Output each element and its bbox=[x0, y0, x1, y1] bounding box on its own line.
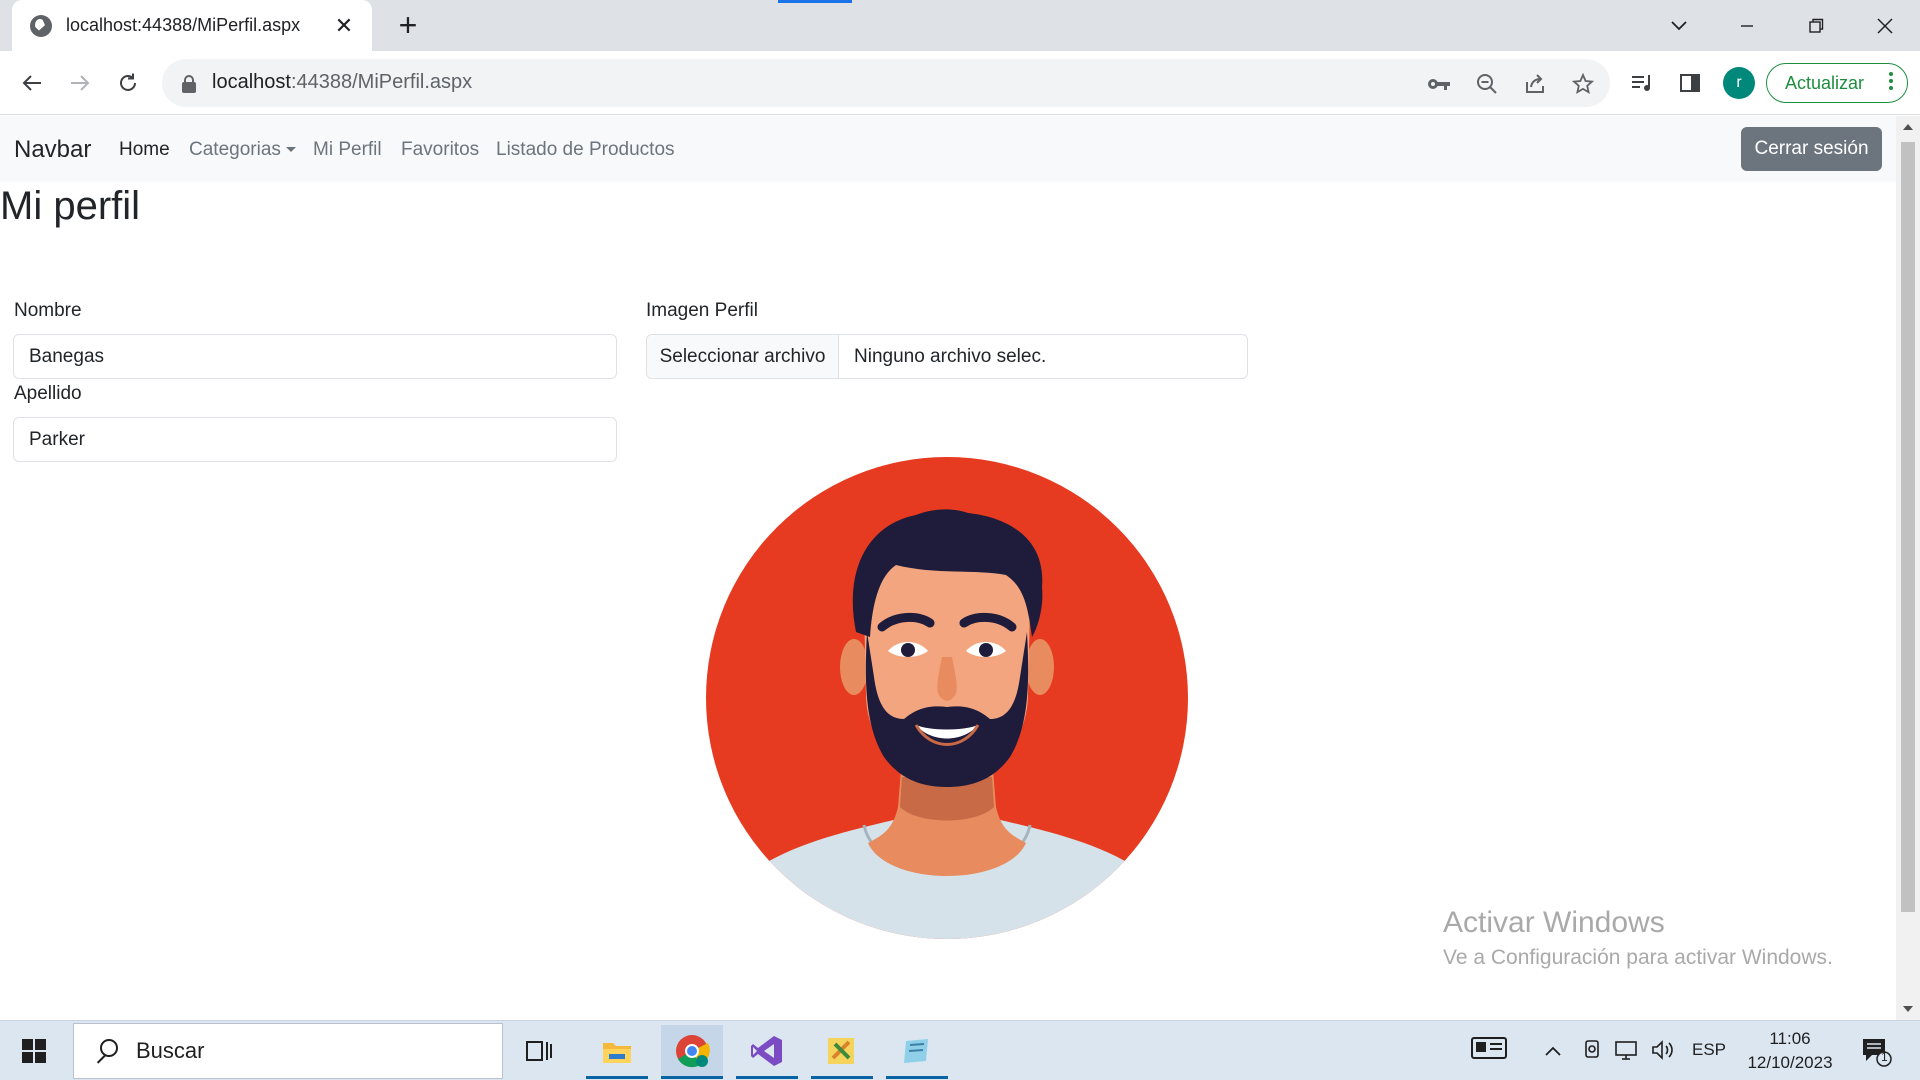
clock-date: 12/10/2023 bbox=[1747, 1053, 1833, 1072]
windows-activation-watermark: Activar Windows Ve a Configuración para … bbox=[1443, 906, 1833, 970]
scroll-thumb[interactable] bbox=[1901, 142, 1915, 912]
nav-link-categorias[interactable]: Categorias bbox=[189, 139, 296, 161]
nav-link-listado-productos[interactable]: Listado de Productos bbox=[496, 139, 675, 161]
profile-avatar[interactable]: r bbox=[1723, 67, 1755, 99]
more-menu-icon[interactable] bbox=[1889, 72, 1895, 93]
url-text[interactable]: localhost:44388/MiPerfil.aspx bbox=[212, 71, 472, 94]
nombre-label: Nombre bbox=[14, 300, 82, 321]
share-icon[interactable] bbox=[1522, 71, 1548, 97]
apellido-label: Apellido bbox=[14, 383, 82, 404]
key-icon[interactable] bbox=[1426, 71, 1452, 97]
watermark-subtitle: Ve a Configuración para activar Windows. bbox=[1443, 946, 1833, 969]
logout-button[interactable]: Cerrar sesión bbox=[1741, 127, 1882, 171]
nombre-input[interactable]: Banegas bbox=[13, 334, 617, 379]
notification-center-icon[interactable]: 1 bbox=[1860, 1035, 1892, 1067]
chrome-icon[interactable] bbox=[661, 1025, 723, 1079]
update-label: Actualizar bbox=[1785, 72, 1865, 93]
lock-icon[interactable] bbox=[182, 75, 196, 93]
page-title: Mi perfil bbox=[0, 184, 141, 228]
back-icon[interactable] bbox=[16, 67, 48, 99]
imagen-perfil-label: Imagen Perfil bbox=[646, 300, 758, 321]
tab-search-icon[interactable] bbox=[1656, 8, 1702, 44]
media-control-icon[interactable] bbox=[1626, 67, 1658, 99]
minimize-icon[interactable] bbox=[1724, 8, 1770, 44]
sql-tools-icon[interactable] bbox=[811, 1025, 873, 1079]
watermark-title: Activar Windows bbox=[1443, 906, 1665, 939]
windows-start-icon[interactable] bbox=[22, 1039, 46, 1063]
update-button[interactable]: Actualizar bbox=[1766, 63, 1908, 103]
zoom-out-icon[interactable] bbox=[1474, 71, 1500, 97]
globe-icon bbox=[30, 14, 52, 37]
profile-avatar-image bbox=[706, 457, 1188, 939]
network-icon[interactable] bbox=[1614, 1039, 1640, 1066]
windows-taskbar: Buscar ESP 11:06 12/10/2023 1 bbox=[0, 1020, 1920, 1080]
tab-title: localhost:44388/MiPerfil.aspx bbox=[66, 15, 301, 35]
address-bar[interactable]: localhost:44388/MiPerfil.aspx bbox=[162, 59, 1610, 107]
notification-count: 1 bbox=[1881, 1050, 1888, 1064]
file-explorer-icon[interactable] bbox=[586, 1025, 648, 1079]
dropdown-caret-icon bbox=[285, 147, 296, 152]
nav-link-favoritos[interactable]: Favoritos bbox=[401, 139, 479, 161]
page-viewport: Navbar Home Categorias Mi Perfil Favorit… bbox=[0, 116, 1896, 1020]
browser-tab[interactable]: localhost:44388/MiPerfil.aspx ✕ bbox=[12, 0, 372, 51]
close-window-icon[interactable] bbox=[1862, 8, 1908, 44]
file-status-text: Ninguno archivo selec. bbox=[854, 345, 1047, 367]
volume-icon[interactable] bbox=[1650, 1039, 1676, 1066]
forward-icon[interactable] bbox=[64, 67, 96, 99]
search-icon bbox=[92, 1037, 120, 1065]
task-view-icon[interactable] bbox=[508, 1025, 570, 1077]
nav-link-home[interactable]: Home bbox=[119, 139, 170, 161]
meet-now-icon[interactable] bbox=[1582, 1039, 1602, 1066]
visual-studio-icon[interactable] bbox=[736, 1025, 798, 1079]
notepad-app-icon[interactable] bbox=[886, 1025, 948, 1079]
close-tab-icon[interactable]: ✕ bbox=[332, 13, 356, 39]
side-panel-icon[interactable] bbox=[1674, 67, 1706, 99]
bookmark-star-icon[interactable] bbox=[1570, 71, 1596, 97]
choose-file-button[interactable]: Seleccionar archivo bbox=[647, 335, 839, 378]
page-scrollbar[interactable] bbox=[1896, 116, 1920, 1020]
apellido-input[interactable]: Parker bbox=[13, 417, 617, 462]
clock-time: 11:06 bbox=[1769, 1029, 1811, 1048]
scroll-up-icon[interactable] bbox=[1903, 124, 1913, 130]
news-widget-icon[interactable] bbox=[1470, 1035, 1508, 1066]
system-clock[interactable]: 11:06 12/10/2023 bbox=[1742, 1027, 1838, 1075]
reload-icon[interactable] bbox=[112, 67, 144, 99]
browser-toolbar: localhost:44388/MiPerfil.aspx r Actualiz… bbox=[0, 51, 1920, 115]
browser-tabstrip: localhost:44388/MiPerfil.aspx ✕ + bbox=[0, 0, 1920, 51]
taskbar-search[interactable]: Buscar bbox=[73, 1023, 503, 1079]
loading-indicator bbox=[778, 0, 852, 3]
search-placeholder: Buscar bbox=[136, 1038, 205, 1063]
navbar-brand[interactable]: Navbar bbox=[14, 136, 91, 164]
input-language[interactable]: ESP bbox=[1692, 1040, 1726, 1060]
show-hidden-icons-chevron-icon[interactable] bbox=[1544, 1041, 1562, 1062]
profile-image-file-input[interactable]: Seleccionar archivo Ninguno archivo sele… bbox=[646, 334, 1248, 379]
nav-link-mi-perfil[interactable]: Mi Perfil bbox=[313, 139, 382, 161]
site-navbar: Navbar Home Categorias Mi Perfil Favorit… bbox=[0, 116, 1896, 182]
scroll-down-icon[interactable] bbox=[1903, 1006, 1913, 1012]
restore-icon[interactable] bbox=[1793, 8, 1839, 44]
new-tab-button[interactable]: + bbox=[390, 8, 426, 44]
